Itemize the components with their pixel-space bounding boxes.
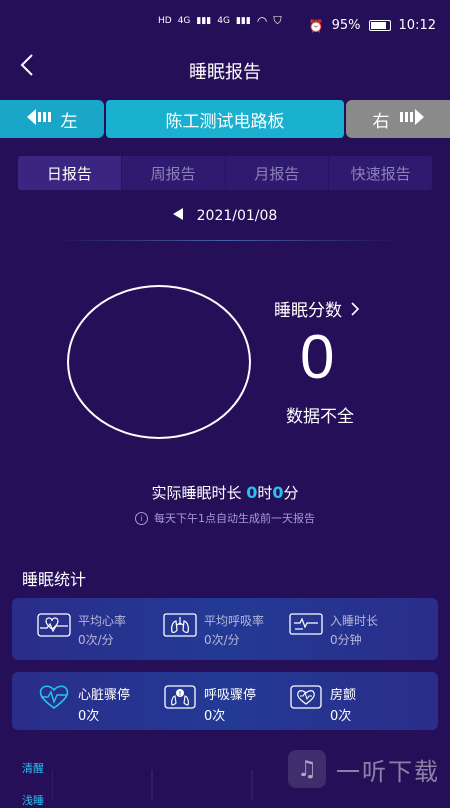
wifi-icon: ◠ (256, 14, 268, 28)
info-icon: i (135, 511, 148, 525)
previous-date-icon[interactable] (172, 208, 183, 224)
stat-avg-respiration: 平均呼吸率 0次/分 (162, 612, 264, 648)
battery-icon (368, 20, 391, 31)
stat-name: 房颤 (330, 688, 357, 703)
clock: 10:12 (398, 18, 436, 33)
stat-name: 呼吸骤停 (204, 688, 257, 703)
stat-sleep-onset: 入睡时长 0分钟 (288, 612, 378, 648)
data-incomplete-note: 数据不全 (286, 407, 354, 427)
actual-sleep-label: 实际睡眠时长 (151, 484, 242, 502)
chevron-right-icon (351, 301, 360, 316)
left-label: 左 (60, 111, 78, 132)
watermark-logo-icon: ♫ (288, 750, 326, 788)
hour-unit: 时 (257, 484, 273, 502)
report-date: 2021/01/08 (196, 208, 278, 224)
signal-indicators: HD 4G ▮▮▮ 4G ▮▮▮ ◠ ⛉ (158, 14, 282, 28)
chart-label-awake: 清醒 (22, 762, 44, 775)
sleep-score-label: 睡眠分数 (274, 301, 342, 321)
tab-monthly-report[interactable]: 月报告 (226, 156, 330, 190)
stat-value: 0 (204, 633, 212, 647)
minute-unit: 分 (283, 484, 299, 502)
monitor-icon (288, 612, 324, 638)
arrow-right-icon (398, 108, 424, 131)
network-tag-2: 4G (217, 16, 230, 26)
stat-cardiac-arrest: 心脏骤停 0次 (36, 684, 130, 724)
sleep-score-value: 0 (300, 323, 335, 392)
stats-title: 睡眠统计 (22, 570, 87, 589)
network-tag-1: 4G (177, 16, 191, 26)
actual-sleep-duration: 实际睡眠时长 0时0分 (0, 482, 450, 503)
stat-unit: 次/分 (85, 633, 114, 647)
hd-tag: HD (158, 16, 172, 26)
stat-name: 心脏骤停 (78, 688, 131, 703)
chart-label-light-sleep: 浅睡 (22, 794, 44, 807)
stat-name: 入睡时长 (330, 614, 379, 628)
report-hint: i 每天下午1点自动生成前一天报告 (0, 510, 450, 526)
watermark-text: 一听下载 (336, 757, 440, 786)
tab-quick-report[interactable]: 快速报告 (329, 156, 432, 190)
stat-name: 平均呼吸率 (204, 614, 265, 628)
tab-weekly-report[interactable]: 周报告 (122, 156, 226, 190)
status-right: ⏰ 95% 10:12 (309, 18, 436, 33)
next-device-button[interactable]: 右 (346, 100, 450, 138)
stat-unit: 分钟 (337, 633, 362, 647)
stat-name: 平均心率 (78, 614, 127, 628)
stat-unit: 次 (338, 709, 352, 724)
sleep-hours: 0 (246, 483, 258, 502)
lungs-icon (162, 612, 198, 638)
lungs-alert-icon: ! (162, 684, 198, 710)
stat-value: 0 (78, 633, 86, 647)
tab-daily-report[interactable]: 日报告 (18, 156, 122, 190)
stats-card-vitals: 平均心率 0次/分 平均呼吸率 0次/分 入睡时长 0分钟 (12, 598, 438, 660)
report-tabs: 日报告 周报告 月报告 快速报告 (18, 156, 432, 190)
page-title: 睡眠报告 (189, 62, 261, 83)
status-bar: HD 4G ▮▮▮ 4G ▮▮▮ ◠ ⛉ ⏰ 95% 10:12 (0, 0, 450, 50)
date-divider (50, 240, 400, 241)
right-label: 右 (372, 111, 390, 132)
arrow-left-icon (26, 108, 53, 131)
stat-unit: 次/分 (211, 633, 240, 647)
stat-avg-heart-rate: 平均心率 0次/分 (36, 612, 126, 648)
stat-respiratory-arrest: ! 呼吸骤停 0次 (162, 684, 256, 724)
battery-percent: 95% (331, 18, 361, 33)
previous-device-button[interactable]: 左 (0, 100, 104, 138)
sleep-score-link[interactable]: 睡眠分数 (274, 296, 360, 321)
signal-bars-icon-2: ▮▮▮ (235, 16, 251, 26)
signal-bars-icon: ▮▮▮ (196, 16, 212, 26)
hint-text: 每天下午1点自动生成前一天报告 (154, 512, 315, 525)
stat-unit: 次 (212, 709, 226, 724)
shield-icon: ⛉ (273, 14, 282, 27)
heart-rate-icon (36, 612, 72, 638)
stat-atrial-fibrillation: 房颤 0次 (288, 684, 356, 724)
stats-card-events: 心脏骤停 0次 ! 呼吸骤停 0次 房颤 0次 (12, 672, 438, 730)
svg-text:!: ! (179, 690, 182, 698)
sleep-score-ring (67, 285, 251, 439)
sleep-minutes: 0 (272, 483, 284, 502)
heart-tremor-icon (288, 684, 324, 710)
device-name-selector[interactable]: 陈工测试电路板 (106, 100, 344, 138)
stat-value: 0 (330, 633, 338, 647)
heart-pulse-icon (36, 684, 72, 710)
stat-unit: 次 (86, 709, 100, 724)
date-selector: 2021/01/08 (0, 208, 450, 224)
watermark: ♫ 一听下载 (288, 750, 440, 788)
alarm-icon: ⏰ (308, 18, 324, 33)
